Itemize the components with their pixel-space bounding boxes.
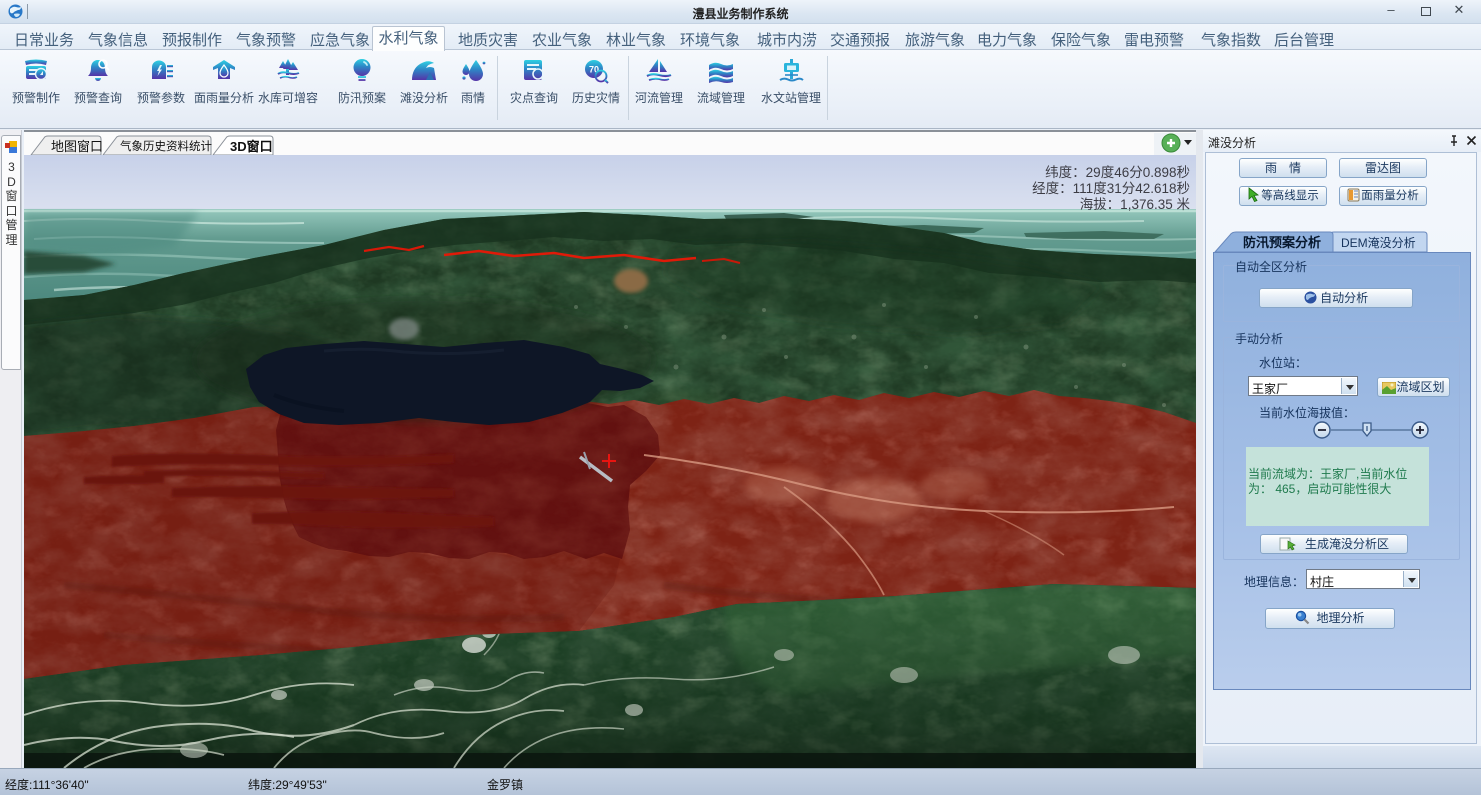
svg-text:地图窗口: 地图窗口 bbox=[51, 139, 103, 154]
svg-text:3D窗口: 3D窗口 bbox=[230, 139, 273, 154]
svg-text:防汛预案分析: 防汛预案分析 bbox=[1243, 235, 1321, 250]
svg-text:气象历史资料统计: 气象历史资料统计 bbox=[120, 139, 212, 153]
svg-text:DEM淹没分析: DEM淹没分析 bbox=[1341, 235, 1416, 250]
svg-text:经度：111度31分42.618秒: 经度：111度31分42.618秒 bbox=[1032, 181, 1190, 196]
svg-text:海拔：1,376.35 米: 海拔：1,376.35 米 bbox=[1080, 197, 1191, 212]
svg-text:纬度：29度46分0.898秒: 纬度：29度46分0.898秒 bbox=[1045, 165, 1190, 180]
